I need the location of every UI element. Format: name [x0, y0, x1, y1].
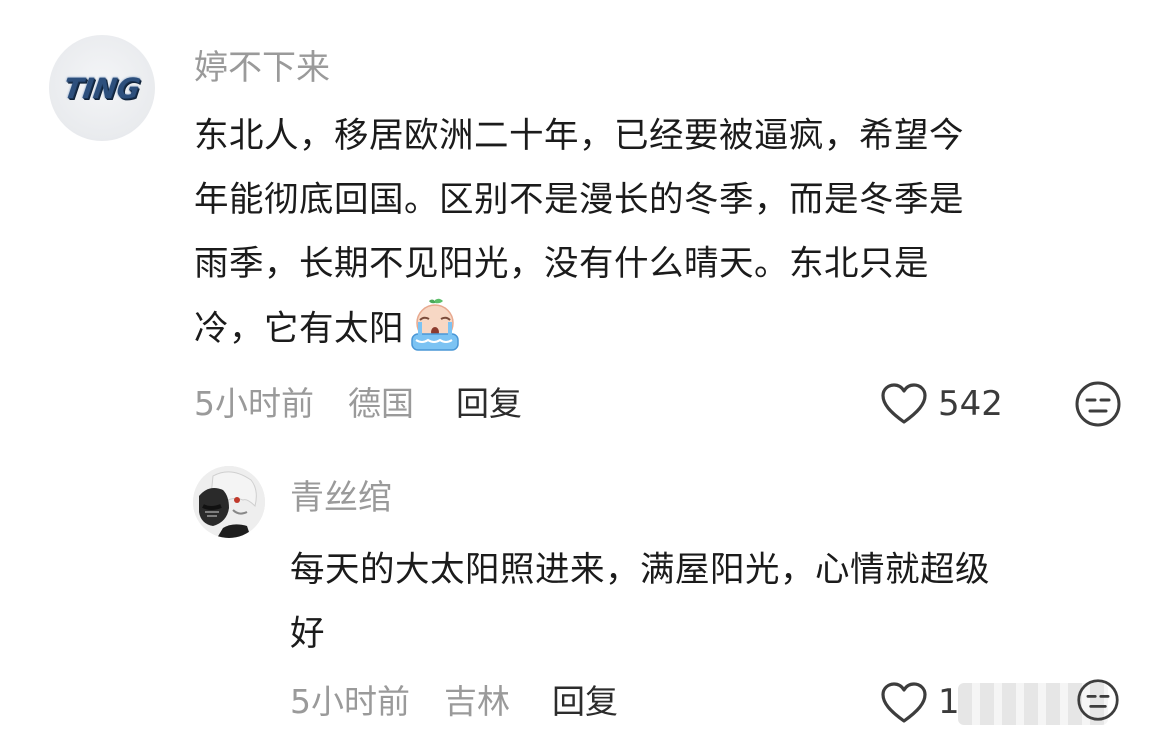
- comment-text: 东北人，移居欧洲二十年，已经要被逼疯，希望今 年能彻底回国。区别不是漫长的冬季，…: [194, 104, 964, 361]
- comment-line: 年能彻底回国。区别不是漫长的冬季，而是冬季是: [194, 180, 964, 220]
- comment-line-last: 冷，它有太阳: [194, 296, 964, 361]
- comment-line-text: 冷，它有太阳: [194, 309, 404, 349]
- comment-line: 东北人，移居欧洲二十年，已经要被逼疯，希望今: [194, 116, 964, 156]
- heart-outline-icon[interactable]: [880, 681, 928, 725]
- neutral-face-icon[interactable]: [1074, 380, 1122, 428]
- like-count: 542: [938, 384, 1003, 424]
- reply-time: 5小时前: [290, 682, 410, 721]
- reply-button[interactable]: 回复: [456, 384, 522, 424]
- reply-username[interactable]: 青丝绾: [290, 478, 392, 518]
- crying-emoji-icon: [411, 298, 459, 351]
- neutral-face-icon[interactable]: [1076, 678, 1120, 722]
- comment-line: 雨季，长期不见阳光，没有什么晴天。东北只是: [194, 244, 929, 284]
- heart-outline-icon[interactable]: [880, 382, 928, 426]
- reply-text: 每天的大太阳照进来，满屋阳光，心情就超级 好: [290, 538, 990, 666]
- reply-like-count: 1: [938, 682, 960, 722]
- reply-line: 每天的大太阳照进来，满屋阳光，心情就超级: [290, 550, 990, 590]
- comment-username[interactable]: 婷不下来: [194, 48, 330, 88]
- reply-avatar[interactable]: [193, 466, 265, 538]
- avatar-logo-text: TING: [61, 71, 143, 105]
- reply-reply-button[interactable]: 回复: [552, 682, 618, 722]
- comment-location: 德国: [348, 384, 414, 423]
- comment-time: 5小时前: [194, 384, 314, 423]
- reply-location: 吉林: [444, 682, 510, 721]
- reply-line: 好: [290, 614, 325, 654]
- avatar[interactable]: TING: [49, 35, 155, 141]
